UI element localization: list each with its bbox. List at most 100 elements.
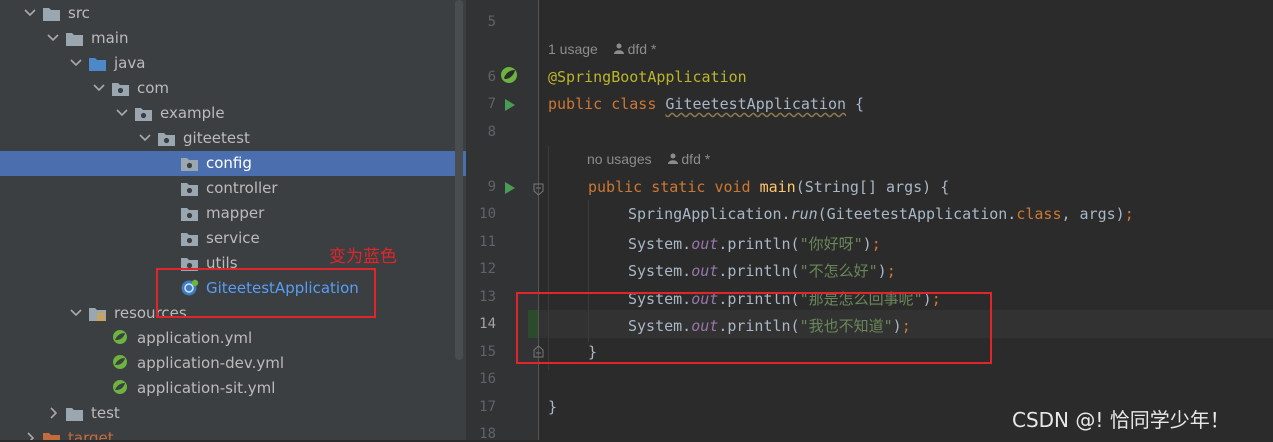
package-icon (112, 81, 129, 96)
tree-item-label: example (160, 104, 225, 122)
keyword-token: class (1016, 205, 1062, 223)
author-name[interactable]: dfd * (628, 41, 657, 57)
project-tree-scrollbar[interactable] (455, 0, 463, 360)
tree-item[interactable]: giteetest (0, 126, 466, 151)
code-line-12[interactable]: System.out.println("不怎么好"); (628, 260, 896, 281)
line-number[interactable]: 14 (466, 316, 496, 332)
string-token: "你好呀" (799, 235, 863, 253)
brace-token: { (846, 95, 865, 113)
chevron-down-icon[interactable] (137, 130, 153, 146)
tree-item-label: target (68, 429, 114, 440)
code-line-6[interactable]: @SpringBootApplication (548, 68, 747, 86)
line-number[interactable]: 6 (466, 69, 496, 85)
tree-item[interactable]: example (0, 101, 466, 126)
line-number[interactable]: 15 (466, 344, 496, 360)
tree-item[interactable]: application-dev.yml (0, 351, 466, 376)
line-number[interactable]: 12 (466, 261, 496, 277)
tree-item-label: service (206, 229, 260, 247)
code-token: ) (877, 262, 887, 280)
tree-item[interactable]: test (0, 401, 466, 426)
package-icon (181, 231, 198, 246)
string-token: "不怎么好" (799, 262, 878, 280)
tree-item-label: controller (206, 179, 278, 197)
tree-item[interactable]: application.yml (0, 326, 466, 351)
usage-count[interactable]: 1 usage (548, 41, 598, 57)
run-class-icon[interactable] (504, 97, 516, 116)
project-tree-panel: src main java com example giteetest config cont… (0, 0, 466, 440)
tree-item[interactable]: main (0, 26, 466, 51)
usage-count[interactable]: no usages (587, 151, 652, 167)
chevron-down-icon[interactable] (114, 105, 130, 121)
tree-item[interactable]: controller (0, 176, 466, 201)
static-field-token: out (691, 235, 719, 253)
code-token: , args) (1061, 205, 1125, 223)
run-main-icon[interactable] (504, 180, 516, 199)
tree-item-label: com (137, 79, 170, 97)
excluded-folder-icon (43, 431, 60, 440)
line-number[interactable]: 8 (466, 124, 496, 140)
line-number[interactable]: 5 (466, 14, 496, 30)
line-number[interactable]: 7 (466, 96, 496, 112)
tree-item-label: test (91, 404, 120, 422)
line-number[interactable]: 17 (466, 399, 496, 415)
method-usage-hint[interactable]: no usages dfd * (587, 151, 710, 167)
package-icon (181, 181, 198, 196)
code-token: System. (628, 262, 692, 280)
fold-method-icon[interactable] (533, 181, 544, 200)
chevron-down-icon[interactable] (22, 5, 38, 21)
annotation-token: @SpringBootApplication (548, 68, 747, 86)
author-name[interactable]: dfd * (681, 151, 710, 167)
code-line-11[interactable]: System.out.println("你好呀"); (628, 233, 881, 254)
code-line-10[interactable]: SpringApplication.run(GiteetestApplicati… (628, 205, 1134, 223)
tree-item[interactable]: mapper (0, 201, 466, 226)
params-token: (String[] args) { (795, 178, 950, 196)
brace-token: } (548, 398, 558, 416)
chevron-right-icon[interactable] (22, 430, 38, 440)
keyword-token: public (588, 178, 643, 196)
line-number[interactable]: 11 (466, 234, 496, 250)
method-name-token: main (759, 178, 796, 196)
tree-item-label: application.yml (137, 329, 253, 347)
tree-item[interactable]: com (0, 76, 466, 101)
folder-icon (66, 406, 83, 421)
chevron-down-icon[interactable] (68, 55, 84, 71)
class-name-token: GiteetestApplication (665, 95, 847, 113)
chevron-right-icon[interactable] (45, 405, 61, 421)
class-usage-hint[interactable]: 1 usage dfd * (548, 41, 656, 57)
static-method-token: run (790, 205, 818, 223)
line-number[interactable]: 10 (466, 206, 496, 222)
line-number[interactable]: 13 (466, 289, 496, 305)
tree-item[interactable]: target (0, 426, 466, 440)
code-line-7[interactable]: public class GiteetestApplication { (548, 95, 864, 113)
folder-icon (66, 31, 83, 46)
tree-item-label: src (68, 4, 90, 22)
source-folder-icon (89, 56, 106, 71)
tree-item[interactable]: java (0, 51, 466, 76)
tree-item-label: config (206, 154, 252, 172)
tree-item[interactable]: config (0, 151, 466, 176)
line-number[interactable]: 16 (466, 371, 496, 387)
code-line-9[interactable]: public static void main(String[] args) { (588, 178, 949, 196)
tree-highlight-box (156, 268, 376, 318)
package-icon (181, 156, 198, 171)
chevron-down-icon[interactable] (45, 30, 61, 46)
author-icon (667, 151, 682, 167)
semicolon-token: ; (1124, 205, 1134, 223)
keyword-token: public (548, 95, 603, 113)
resources-folder-icon (89, 306, 106, 321)
code-line-17[interactable]: } (548, 398, 557, 416)
tree-item-label: main (91, 29, 129, 47)
chevron-down-icon[interactable] (91, 80, 107, 96)
spring-yaml-file-icon (112, 379, 129, 394)
tree-item-label: application-sit.yml (137, 379, 276, 397)
tree-item[interactable]: application-sit.yml (0, 376, 466, 401)
package-icon (181, 206, 198, 221)
author-icon (613, 41, 628, 57)
code-token: SpringApplication. (628, 205, 791, 223)
spring-bean-gutter-icon[interactable] (500, 66, 518, 84)
tree-item[interactable]: src (0, 1, 466, 26)
keyword-token: void (714, 178, 751, 196)
chevron-down-icon[interactable] (68, 305, 84, 321)
line-number[interactable]: 9 (466, 179, 496, 195)
code-token: (GiteetestApplication. (817, 205, 1017, 223)
